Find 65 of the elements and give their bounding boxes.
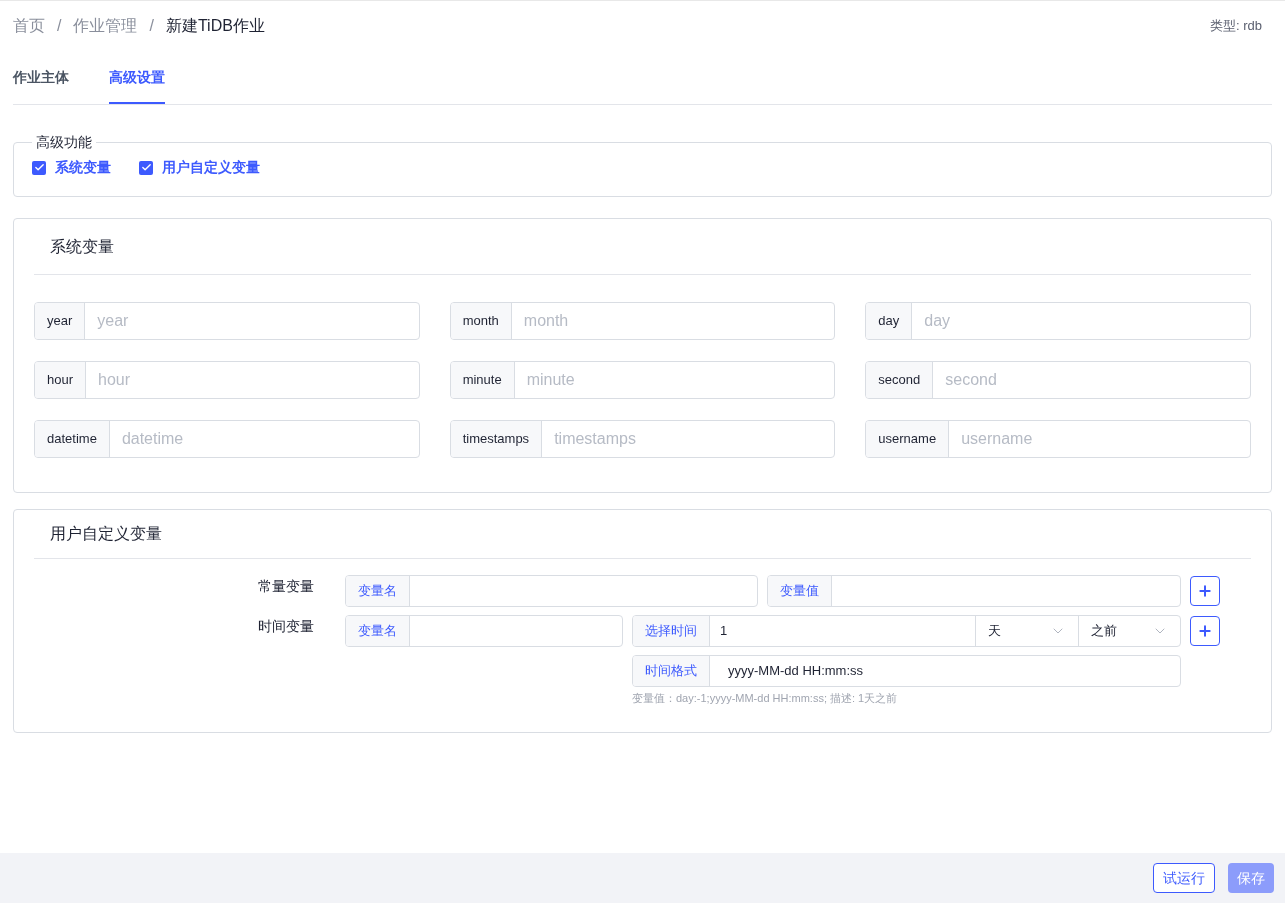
input-prefix: second	[866, 362, 934, 398]
input-prefix: timestamps	[450, 421, 543, 457]
checkbox[interactable]	[139, 160, 153, 175]
panel-legend: 高级功能	[32, 132, 96, 153]
checkbox[interactable]	[32, 160, 46, 175]
select-value: 之前	[1090, 622, 1117, 641]
row-label: 常量变量	[258, 577, 315, 596]
section-title: 系统变量	[50, 236, 114, 257]
input-field[interactable]: yyyy-MM-dd HH:mm:ss	[710, 656, 1180, 686]
input-field[interactable]: month	[511, 303, 835, 339]
time-picker-field[interactable]: 选择时间 1 天 之前	[632, 615, 1181, 647]
select-value: 天	[988, 622, 1001, 641]
input-prefix: day	[866, 303, 913, 339]
select-field[interactable]: 之前	[1078, 616, 1180, 646]
select-field[interactable]: 天	[976, 616, 1079, 646]
text-field[interactable]: timestamps timestamps	[449, 420, 836, 458]
input-field[interactable]: day	[912, 303, 1250, 339]
input-prefix: 变量名	[346, 616, 410, 646]
plus-icon	[1197, 623, 1213, 639]
input-field[interactable]: timestamps	[542, 421, 835, 457]
add-button[interactable]	[1190, 576, 1220, 606]
input-field[interactable]: second	[933, 362, 1250, 398]
input-prefix: datetime	[35, 421, 110, 457]
input-field[interactable]: minute	[514, 362, 835, 398]
text-field[interactable]: day day	[865, 302, 1251, 340]
tab[interactable]: 作业主体	[13, 67, 69, 104]
input-prefix: username	[866, 421, 950, 457]
breadcrumb-item: 新建TiDB作业	[165, 16, 265, 36]
hint-text: 变量值：day:-1;yyyy-MM-dd HH:mm:ss; 描述: 1天之前	[632, 691, 899, 706]
checkbox-label: 用户自定义变量	[162, 158, 260, 177]
row-label: 时间变量	[258, 617, 315, 636]
text-field[interactable]: datetime datetime	[34, 420, 420, 458]
input-field[interactable]: datetime	[109, 421, 419, 457]
text-field[interactable]: username username	[865, 420, 1251, 458]
text-field[interactable]: hour hour	[34, 361, 420, 399]
text-field[interactable]: year year	[34, 302, 420, 340]
input-prefix: 变量值	[768, 576, 832, 606]
input-prefix: hour	[35, 362, 87, 398]
text-field[interactable]: 变量值	[767, 575, 1181, 607]
input-prefix: 变量名	[346, 576, 410, 606]
text-field[interactable]: second second	[865, 361, 1251, 399]
input-prefix: 时间格式	[633, 656, 710, 686]
input-prefix: month	[450, 303, 512, 339]
text-field[interactable]: month month	[449, 302, 836, 340]
input-prefix: minute	[450, 362, 515, 398]
input-prefix: year	[35, 303, 86, 339]
add-button[interactable]	[1190, 616, 1220, 646]
input-field[interactable]: hour	[86, 362, 419, 398]
breadcrumb-separator: /	[57, 16, 62, 36]
text-field[interactable]: 变量名	[345, 575, 758, 607]
plus-icon	[1197, 583, 1213, 599]
check-icon	[140, 162, 152, 173]
section-title: 用户自定义变量	[50, 524, 162, 544]
input-field[interactable]: username	[949, 421, 1250, 457]
input-field[interactable]: year	[85, 303, 419, 339]
type-label: 类型: rdb	[1210, 17, 1262, 36]
check-icon	[33, 162, 45, 173]
input-prefix: 选择时间	[633, 616, 710, 646]
text-field[interactable]: 变量名	[345, 615, 623, 647]
tab[interactable]: 高级设置	[109, 67, 165, 104]
breadcrumb-separator: /	[149, 16, 154, 36]
checkbox-label: 系统变量	[55, 158, 111, 177]
footer-button[interactable]: 试运行	[1153, 863, 1215, 893]
text-field[interactable]: 时间格式 yyyy-MM-dd HH:mm:ss	[632, 655, 1181, 687]
text-field[interactable]: minute minute	[449, 361, 836, 399]
